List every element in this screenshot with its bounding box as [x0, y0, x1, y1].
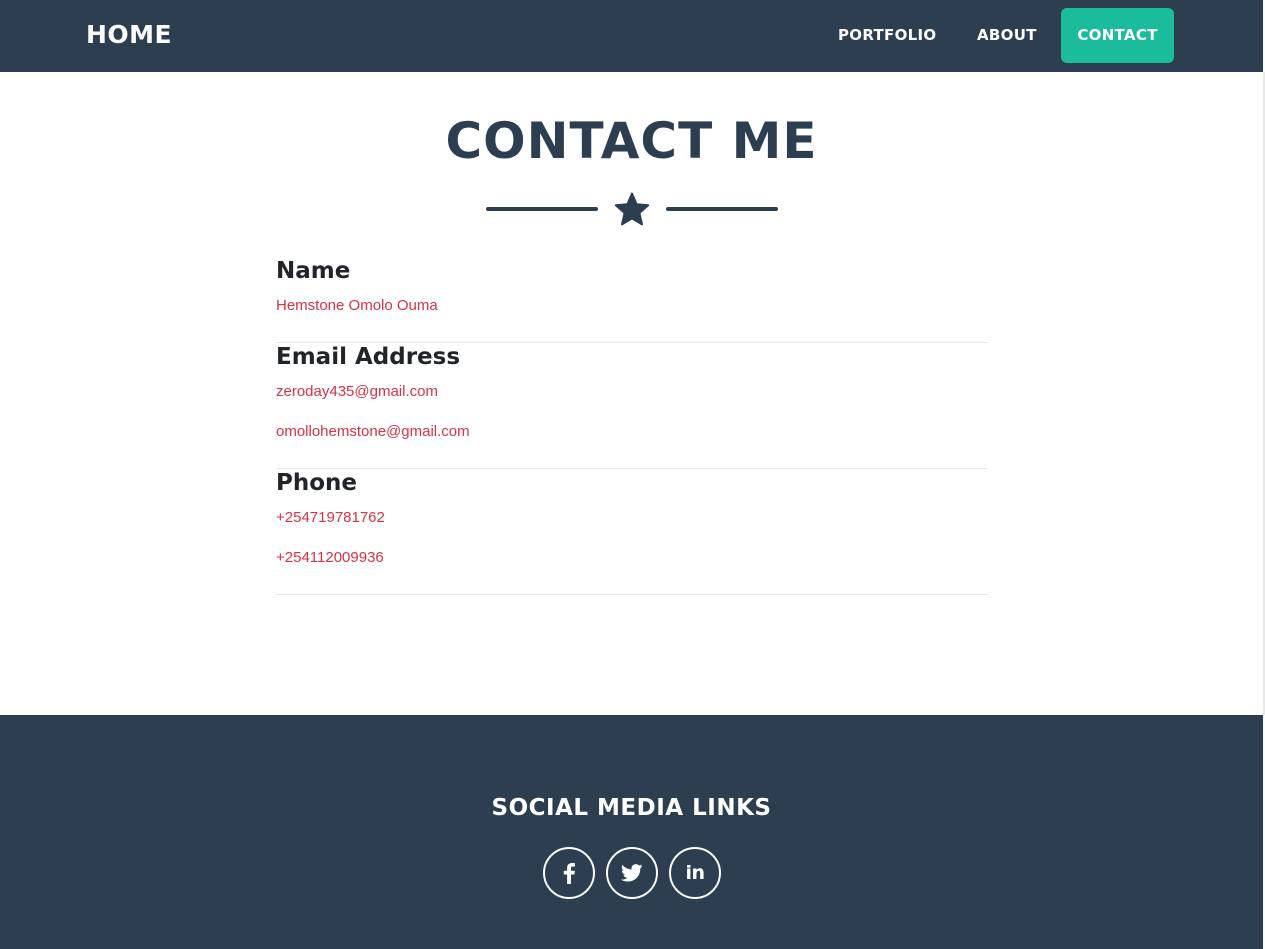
contact-heading: Name	[276, 258, 351, 284]
phone-link[interactable]: +254719781762	[276, 508, 988, 528]
star-icon	[614, 192, 650, 226]
contact-group-phone: Phone +254719781762 +254112009936	[276, 468, 988, 595]
page-title: CONTACT ME	[445, 112, 818, 170]
contact-heading: Phone	[276, 470, 358, 496]
email-link[interactable]: omollohemstone@gmail.com	[276, 422, 988, 442]
twitter-button[interactable]	[606, 847, 658, 899]
facebook-button[interactable]	[543, 847, 595, 899]
email-link[interactable]: zeroday435@gmail.com	[276, 382, 988, 402]
divider-line-left	[486, 207, 598, 211]
navbar: HOME PORTFOLIO ABOUT CONTACT	[0, 0, 1263, 72]
nav-link-about[interactable]: ABOUT	[961, 8, 1053, 63]
contact-group-name: Name Hemstone Omolo Ouma	[276, 256, 988, 343]
contact-group-email: Email Address zeroday435@gmail.com omoll…	[276, 342, 988, 469]
footer: SOCIAL MEDIA LINKS in	[0, 715, 1263, 949]
divider-line-right	[666, 207, 778, 211]
linkedin-button[interactable]: in	[669, 847, 721, 899]
nav-link-contact[interactable]: CONTACT	[1061, 8, 1174, 63]
facebook-icon	[563, 863, 575, 884]
linkedin-icon: in	[685, 862, 705, 884]
home-link[interactable]: HOME	[86, 20, 172, 49]
contact-name-value[interactable]: Hemstone Omolo Ouma	[276, 296, 988, 316]
nav-link-portfolio[interactable]: PORTFOLIO	[822, 8, 952, 63]
contact-heading: Email Address	[276, 344, 461, 370]
footer-title: SOCIAL MEDIA LINKS	[491, 795, 772, 821]
phone-link[interactable]: +254112009936	[276, 548, 988, 568]
twitter-icon	[621, 864, 643, 882]
